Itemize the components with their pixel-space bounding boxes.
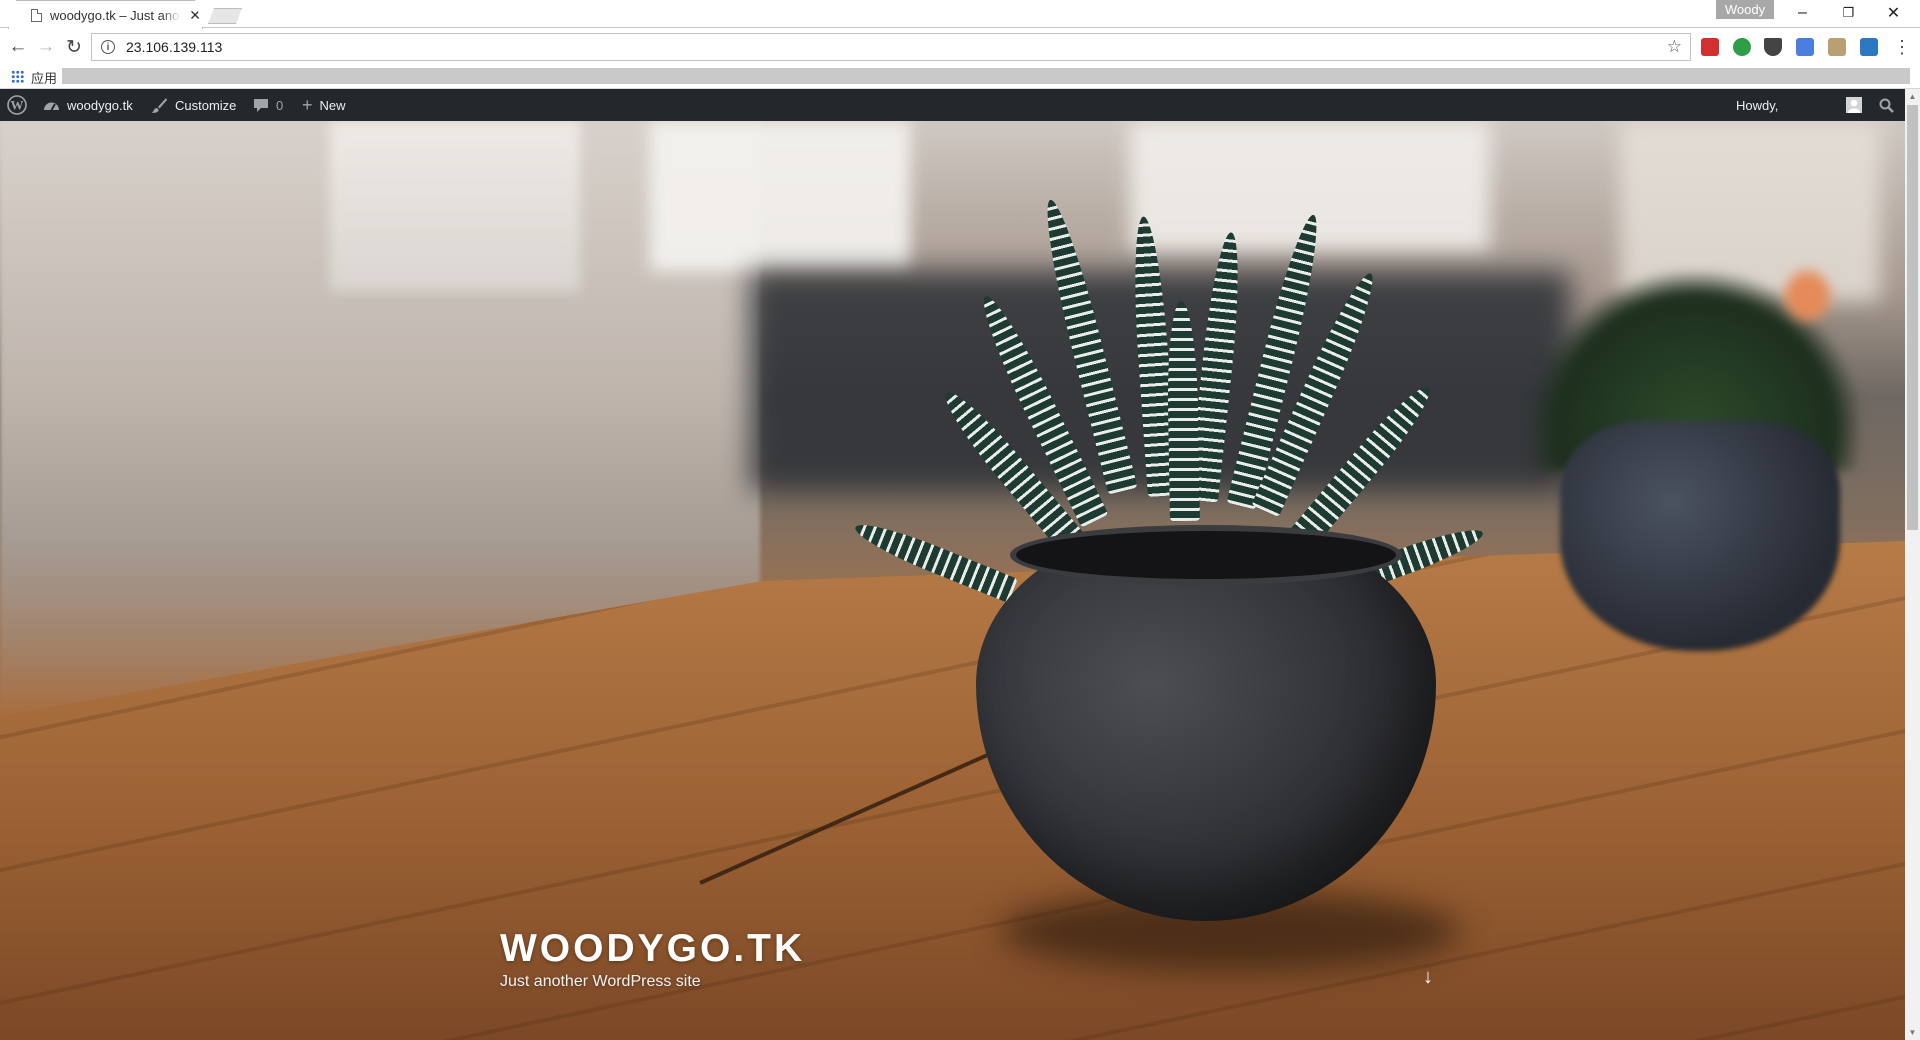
dashboard-icon <box>43 98 60 112</box>
howdy-label: Howdy, <box>1736 97 1779 113</box>
admin-bar-customize[interactable]: Customize <box>151 89 236 121</box>
address-bar[interactable]: i 23.106.139.113 ☆ <box>91 33 1691 61</box>
browser-tab[interactable]: woodygo.tk – Just another WordPress site… <box>8 0 203 29</box>
browser-title-bar: woodygo.tk – Just another WordPress site… <box>0 0 1920 28</box>
new-label: New <box>319 97 346 113</box>
comment-bubble-icon <box>253 98 269 113</box>
forward-button[interactable]: → <box>32 34 60 60</box>
back-button[interactable]: ← <box>4 34 32 60</box>
tab-title: woodygo.tk – Just another WordPress site <box>49 7 180 23</box>
site-name-label: woodygo.tk <box>67 97 133 113</box>
page-icon <box>31 9 42 22</box>
scroll-up-arrow-icon[interactable]: ▲ <box>1905 89 1920 104</box>
wp-admin-bar: W woodygo.tk Customize 0 + New Howdy, <box>0 89 1905 121</box>
admin-search-icon[interactable] <box>1879 89 1894 121</box>
user-avatar[interactable] <box>1846 89 1862 121</box>
site-description: Just another WordPress site <box>500 973 701 990</box>
comments-count: 0 <box>276 97 284 113</box>
plant-pot-rim <box>1010 525 1402 585</box>
restore-button[interactable]: ❐ <box>1826 0 1871 26</box>
admin-bar-howdy[interactable]: Howdy, <box>1736 89 1778 121</box>
background-window <box>650 121 910 271</box>
chrome-menu-icon[interactable]: ⋮ <box>1888 34 1916 60</box>
tab-close-icon[interactable]: ✕ <box>189 7 201 24</box>
page-scrollbar[interactable]: ▲ ▼ <box>1905 89 1920 1040</box>
bookmarks-bar: 应用 <box>0 65 1920 89</box>
customize-label: Customize <box>175 97 237 113</box>
green-extension-icon[interactable] <box>1733 38 1751 56</box>
bookmark-star-icon[interactable]: ☆ <box>1667 37 1682 57</box>
scroll-down-button-icon[interactable]: ▼ <box>1905 1025 1920 1040</box>
new-tab-button[interactable] <box>208 8 242 24</box>
admin-bar-site-name[interactable]: woodygo.tk <box>43 89 133 121</box>
translate-extension-icon[interactable] <box>1796 38 1814 56</box>
background-light <box>1785 271 1830 321</box>
background-window <box>330 121 580 291</box>
browser-toolbar: ← → ↻ i 23.106.139.113 ☆ ⋮ <box>0 29 1920 65</box>
info-icon[interactable]: i <box>101 40 115 54</box>
reload-button[interactable]: ↻ <box>60 34 88 60</box>
wordpress-logo-icon[interactable]: W <box>7 89 27 121</box>
hero-header: WOODYGO.TK Just another WordPress site ↓ <box>0 121 1905 1040</box>
site-title[interactable]: WOODYGO.TK <box>500 927 805 971</box>
apps-grid-icon[interactable] <box>11 70 24 83</box>
scrollbar-thumb[interactable] <box>1907 105 1918 530</box>
minimize-button[interactable]: – <box>1780 0 1825 26</box>
background-pot <box>1560 421 1840 651</box>
plus-icon: + <box>302 94 313 115</box>
sync-extension-icon[interactable] <box>1860 38 1878 56</box>
paintbrush-icon <box>151 97 168 114</box>
scroll-down-arrow-icon[interactable]: ↓ <box>1416 965 1440 989</box>
bookmark-placeholder-bar <box>62 68 1910 84</box>
close-window-button[interactable]: ✕ <box>1871 0 1916 26</box>
admin-bar-comments[interactable]: 0 <box>253 89 283 121</box>
pocket-extension-icon[interactable] <box>1764 38 1782 56</box>
apps-label[interactable]: 应用 <box>31 68 57 87</box>
admin-bar-new[interactable]: + New <box>302 89 346 121</box>
profile-badge[interactable]: Woody <box>1716 0 1774 19</box>
lastpass-extension-icon[interactable] <box>1701 38 1719 56</box>
svg-text:W: W <box>11 98 24 113</box>
url-text[interactable]: 23.106.139.113 <box>126 39 222 55</box>
image-extension-icon[interactable] <box>1828 38 1846 56</box>
